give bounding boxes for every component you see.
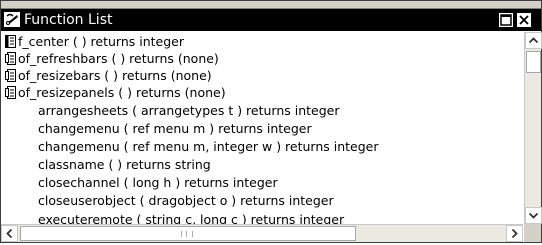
function-signature: closeuserobject ( dragobject o ) returns…: [38, 193, 334, 208]
script-scroll-icon: [5, 86, 16, 99]
vertical-scroll-thumb[interactable]: [526, 51, 541, 73]
horizontal-scrollbar[interactable]: [1, 224, 523, 242]
function-signature: arrangesheets ( arrangetypes t ) returns…: [38, 103, 340, 118]
restore-icon: [500, 14, 512, 26]
function-list[interactable]: f_center ( ) returns integer of_refreshb…: [1, 32, 523, 224]
script-book-icon: [5, 35, 16, 48]
restore-button[interactable]: [499, 13, 513, 27]
horizontal-scroll-thumb[interactable]: [20, 226, 356, 241]
script-scroll-icon: [5, 52, 16, 65]
function-list-window: Function List f_center () returns integ…: [0, 0, 542, 243]
chevron-down-icon: [528, 212, 539, 219]
chevron-right-icon: [511, 228, 518, 239]
vertical-scrollbar[interactable]: [524, 32, 542, 224]
scrollbar-corner: [524, 224, 541, 242]
title-bar[interactable]: Function List: [1, 9, 541, 31]
function-signature: classname ( ) returns string: [38, 157, 211, 172]
function-signature: f_center ( ) returns integer: [18, 34, 184, 49]
function-signature: changemenu ( ref menu m ) returns intege…: [38, 121, 312, 136]
function-signature: of_resizepanels ( ) returns (none): [18, 85, 226, 100]
window-top-edge: [1, 1, 541, 9]
function-signature: of_resizebars ( ) returns (none): [18, 68, 212, 83]
function-signature: changemenu ( ref menu m, integer w ) ret…: [38, 139, 379, 154]
chevron-left-icon: [6, 228, 13, 239]
window-title: Function List: [24, 12, 113, 28]
function-list-icon: [4, 12, 20, 27]
scroll-down-button[interactable]: [525, 207, 542, 224]
chevron-up-icon: [528, 37, 539, 44]
scroll-left-button[interactable]: [1, 225, 18, 242]
close-button[interactable]: [517, 13, 531, 27]
thumb-grip-icon: [181, 231, 193, 237]
close-icon: [519, 15, 529, 25]
function-signature: of_refreshbars ( ) returns (none): [18, 51, 219, 66]
function-signature: closechannel ( long h ) returns integer: [38, 175, 278, 190]
scroll-up-button[interactable]: [525, 32, 542, 49]
function-signature: executeremote ( string c, long c ) retur…: [38, 212, 345, 224]
script-scroll-icon: [5, 69, 16, 82]
scroll-right-button[interactable]: [506, 225, 523, 242]
